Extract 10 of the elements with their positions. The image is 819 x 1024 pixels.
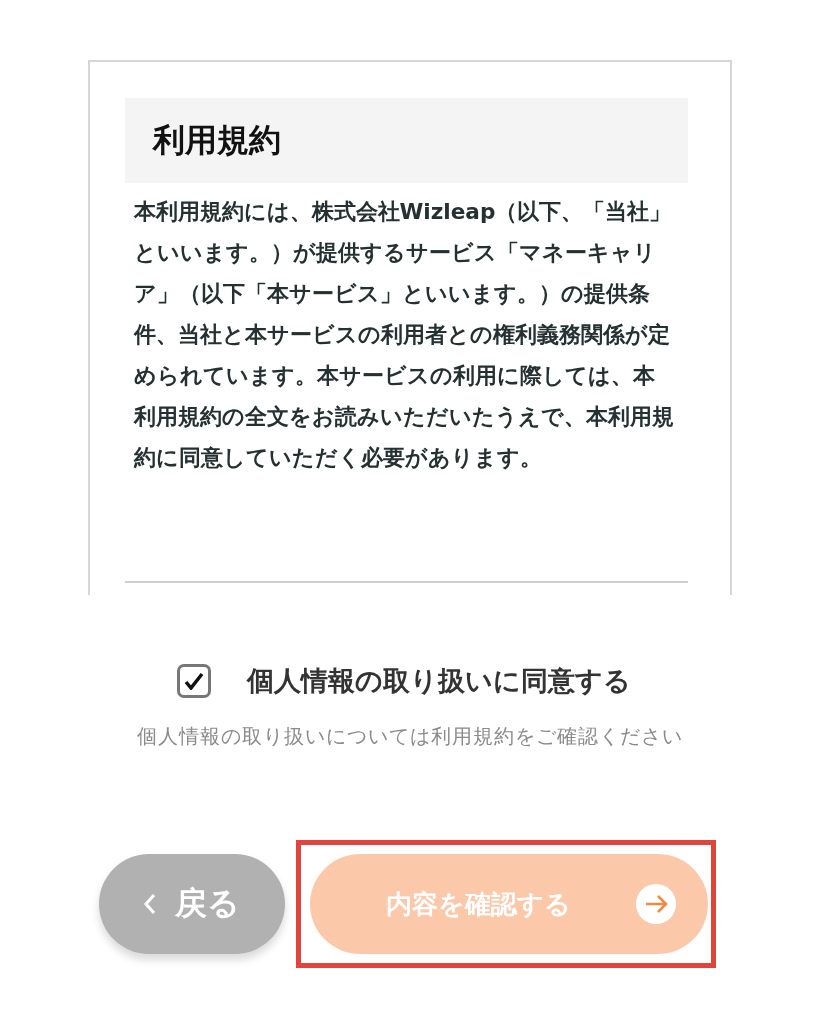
- chevron-left-icon: [143, 892, 157, 916]
- consent-note: 個人情報の取り扱いについては利用規約をご確認ください: [136, 723, 683, 750]
- consent-checkbox[interactable]: [176, 664, 211, 698]
- check-icon: [183, 672, 204, 690]
- terms-text: 本利用規約には、株式会社Wizleap（以下、「当社」といいます。）が提供するサービス「マネーキャリア」（以下「本サービス」といいます。）の提供条件、当社と本サービスの利用者との権利義務関係が定められています。本サービスの利用に際しては、本利用規約の全文をお読みいただいたうえで、本利用規約に同意していただく必要があります。: [133, 198, 674, 472]
- confirm-button[interactable]: 内容を確認する: [309, 854, 708, 954]
- arrow-right-icon: [635, 884, 676, 924]
- consent-label: 個人情報の取り扱いに同意する: [246, 664, 631, 698]
- terms-title: 利用規約: [124, 98, 688, 183]
- back-button[interactable]: 戻る: [98, 854, 285, 954]
